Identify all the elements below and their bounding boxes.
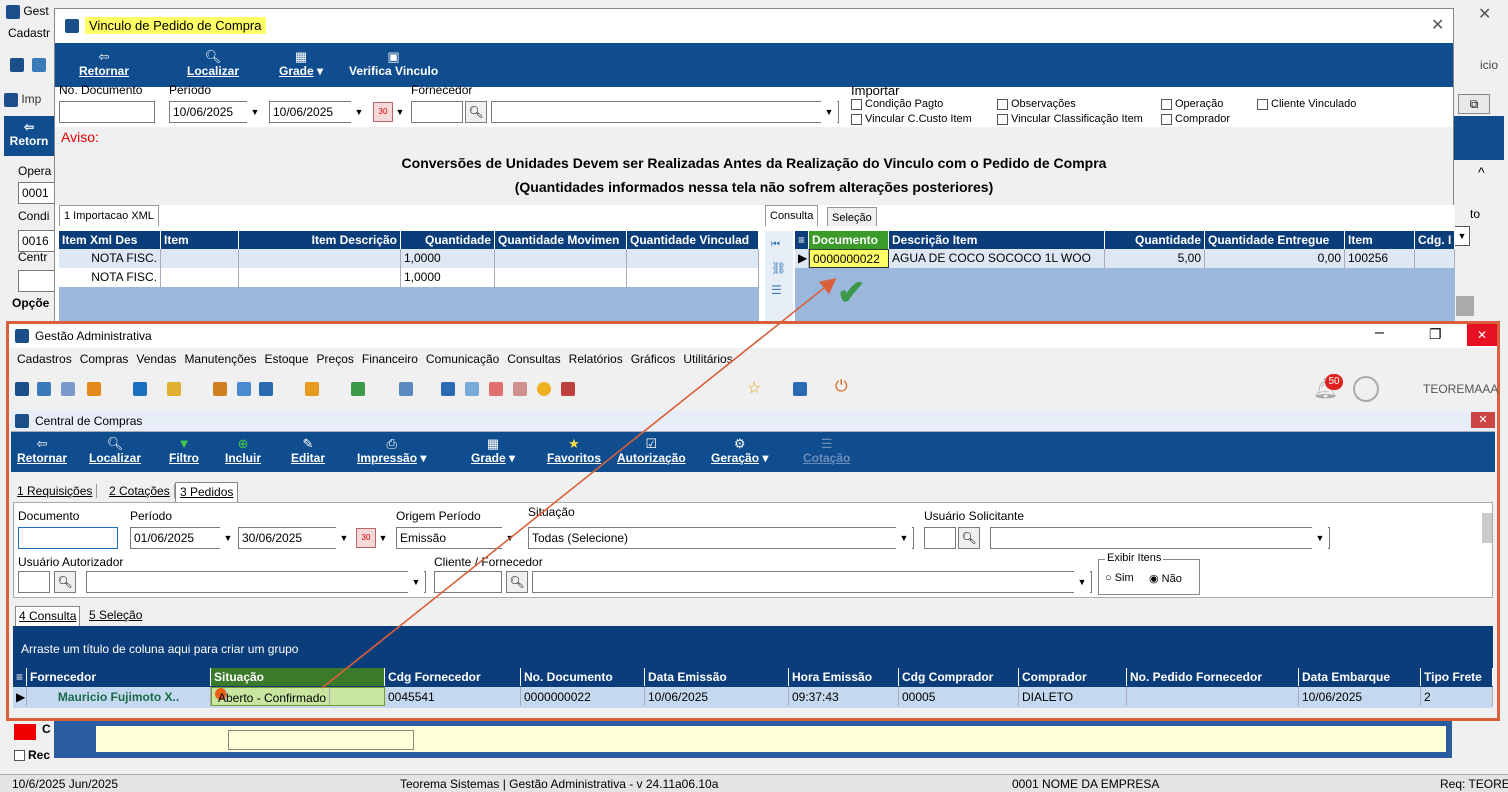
arrow-line — [321, 278, 837, 689]
annotation-arrow — [321, 278, 837, 689]
